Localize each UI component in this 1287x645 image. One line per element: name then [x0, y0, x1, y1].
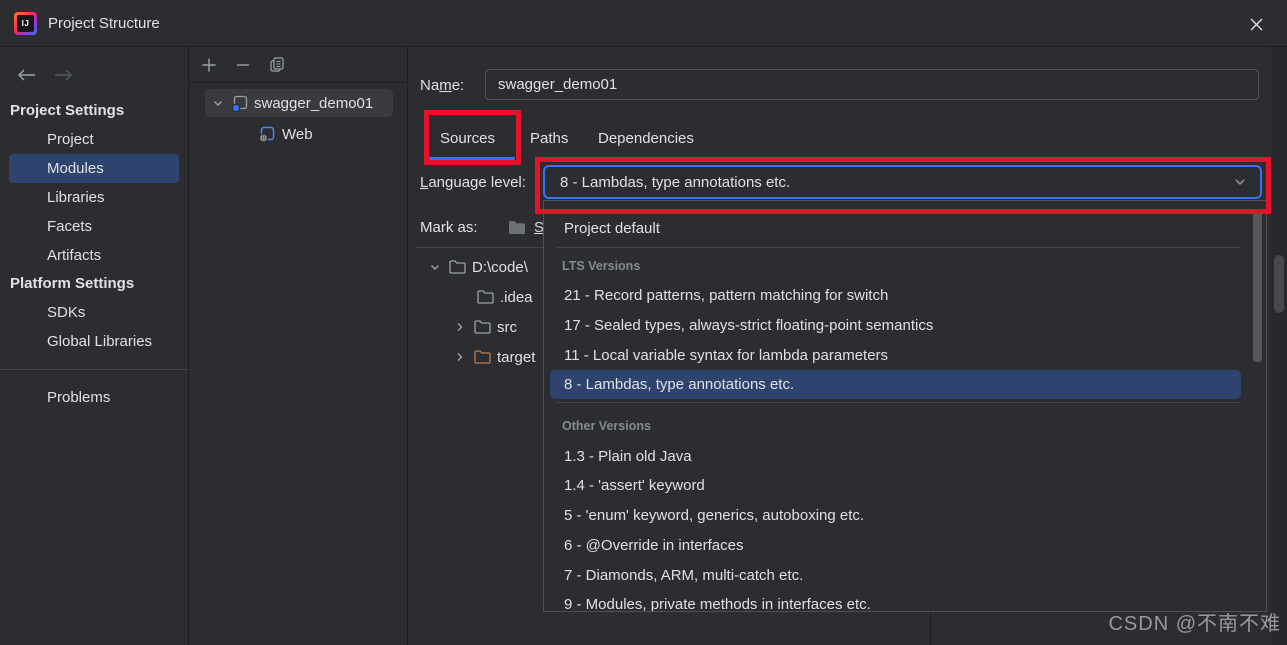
dropdown-item-17[interactable]: 17 - Sealed types, always-strict floatin… [544, 311, 1266, 341]
excluded-folder-icon [474, 350, 491, 364]
tab-dependencies[interactable]: Dependencies [598, 130, 694, 147]
content-root-path: D:\code\ [472, 259, 528, 276]
back-arrow-icon[interactable] [16, 67, 37, 83]
dropdown-item-7[interactable]: 7 - Diamonds, ARM, multi-catch etc. [544, 561, 1266, 590]
project-structure-dialog: IJ Project Structure Project Settings Pr… [0, 0, 1287, 645]
dropdown-item-21[interactable]: 21 - Record patterns, pattern matching f… [544, 281, 1266, 311]
sidebar-item-global-libraries[interactable]: Global Libraries [9, 327, 179, 356]
sidebar-divider [0, 369, 188, 370]
dropdown-group-lts: LTS Versions [544, 251, 1266, 281]
folder-icon [449, 260, 466, 274]
language-level-label: Language level: [420, 174, 526, 191]
dialog-title: Project Structure [48, 15, 160, 32]
modules-toolbar [189, 47, 407, 83]
dropdown-item-1.3[interactable]: 1.3 - Plain old Java [544, 442, 1266, 471]
title-bar: IJ Project Structure [0, 0, 1287, 47]
chevron-down-icon[interactable] [210, 95, 226, 111]
dropdown-separator [544, 244, 1266, 251]
dropdown-separator [544, 399, 1266, 406]
dropdown-item-11[interactable]: 11 - Local variable syntax for lambda pa… [544, 341, 1266, 370]
folder-label: src [497, 319, 517, 336]
combo-chevron-down-icon [1232, 174, 1248, 190]
sidebar-item-sdks[interactable]: SDKs [9, 298, 179, 327]
dropdown-item-8-selected[interactable]: 8 - Lambdas, type annotations etc. [550, 370, 1241, 399]
sidebar-item-libraries[interactable]: Libraries [9, 183, 179, 212]
history-nav [0, 47, 188, 97]
sidebar-item-facets[interactable]: Facets [9, 212, 179, 241]
dropdown-item-1.4[interactable]: 1.4 - 'assert' keyword [544, 471, 1266, 501]
dialog-scrollbar-track[interactable] [1271, 47, 1287, 645]
copy-module-icon[interactable] [268, 56, 286, 74]
module-name: swagger_demo01 [254, 95, 373, 112]
language-level-value: 8 - Lambdas, type annotations etc. [560, 174, 1232, 191]
section-header-platform-settings: Platform Settings [0, 270, 188, 298]
sidebar-item-project[interactable]: Project [9, 125, 179, 154]
folder-label: target [497, 349, 535, 366]
sidebar-item-artifacts[interactable]: Artifacts [9, 241, 179, 270]
folder-label: .idea [500, 289, 533, 306]
modules-list-panel: swagger_demo01 Web [189, 47, 408, 645]
chevron-down-icon[interactable] [427, 259, 443, 275]
tab-paths[interactable]: Paths [530, 130, 568, 147]
module-name-input[interactable] [485, 69, 1259, 100]
section-header-project-settings: Project Settings [0, 97, 188, 125]
folder-icon [477, 290, 494, 304]
bottom-divider [930, 612, 931, 645]
intellij-logo-icon: IJ [14, 12, 37, 35]
forward-arrow-icon[interactable] [53, 67, 74, 83]
sidebar-item-modules[interactable]: Modules [9, 154, 179, 183]
chevron-right-icon[interactable] [452, 319, 468, 335]
module-icon [231, 94, 249, 112]
active-tab-underline [429, 157, 515, 160]
module-tree-row-root[interactable]: swagger_demo01 [205, 89, 393, 117]
language-level-combobox[interactable]: 8 - Lambdas, type annotations etc. [543, 165, 1262, 199]
sidebar-item-problems[interactable]: Problems [9, 383, 179, 412]
web-facet-label: Web [282, 126, 313, 143]
dropdown-item-6[interactable]: 6 - @Override in interfaces [544, 531, 1266, 561]
add-module-icon[interactable] [200, 56, 218, 74]
tab-sources[interactable]: Sources [440, 130, 495, 147]
mark-as-label: Mark as: [420, 219, 478, 236]
dropdown-group-other: Other Versions [544, 406, 1266, 442]
module-tree-row-web[interactable]: Web [258, 121, 407, 147]
dropdown-item-5[interactable]: 5 - 'enum' keyword, generics, autoboxing… [544, 501, 1266, 531]
dialog-scrollbar-thumb[interactable] [1274, 255, 1284, 313]
mark-as-folder-icon [508, 220, 526, 235]
close-icon[interactable] [1245, 13, 1267, 35]
dropdown-scrollbar-thumb[interactable] [1253, 209, 1262, 362]
remove-module-icon[interactable] [234, 56, 252, 74]
dropdown-item-project-default[interactable]: Project default [544, 213, 1266, 244]
name-label: Name: [420, 77, 464, 94]
web-facet-icon [258, 125, 276, 143]
chevron-right-icon[interactable] [452, 349, 468, 365]
settings-sidebar: Project Settings Project Modules Librari… [0, 47, 189, 645]
language-level-dropdown-popup: Project default LTS Versions 21 - Record… [543, 200, 1267, 612]
watermark-text: CSDN @不南不难 [1108, 607, 1281, 636]
folder-icon [474, 320, 491, 334]
